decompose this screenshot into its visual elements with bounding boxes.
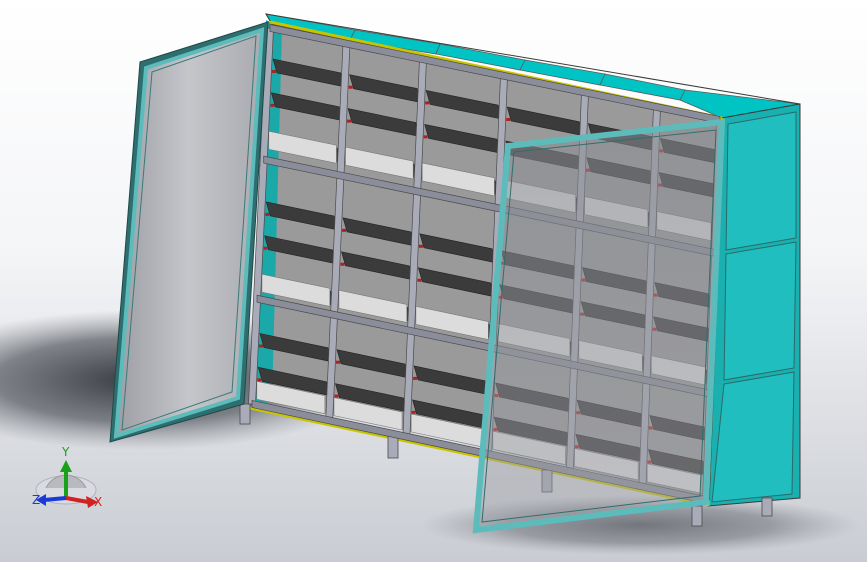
shelf-connector (418, 244, 423, 248)
y-axis-label: Y (61, 445, 70, 459)
shelf-connector (270, 103, 275, 107)
shelf-connector (413, 376, 418, 380)
cad-viewport[interactable]: Y X Z (0, 0, 867, 562)
shelf-connector (347, 119, 352, 123)
z-axis-label: Z (32, 493, 40, 507)
shelf-connector (258, 344, 263, 348)
shelf-connector (348, 85, 353, 89)
shelf-connector (265, 212, 270, 216)
shelf-connector (425, 101, 430, 105)
shelf-connector (263, 246, 268, 250)
shelf-connector (340, 262, 345, 266)
shelf-connector (417, 278, 422, 282)
z-axis-line (43, 496, 67, 502)
shelf-connector (423, 135, 428, 139)
shelf-connector (272, 70, 277, 74)
shelf-connector (506, 118, 511, 122)
shelf-connector (334, 394, 339, 398)
shelf-connector (336, 360, 341, 364)
right-door[interactable] (472, 118, 726, 534)
shelf-connector (411, 410, 416, 414)
shelf-connector (257, 378, 262, 382)
shelf-connector (342, 228, 347, 232)
cabinet-model[interactable]: Y X Z (0, 0, 867, 562)
x-axis-label: X (94, 495, 102, 509)
